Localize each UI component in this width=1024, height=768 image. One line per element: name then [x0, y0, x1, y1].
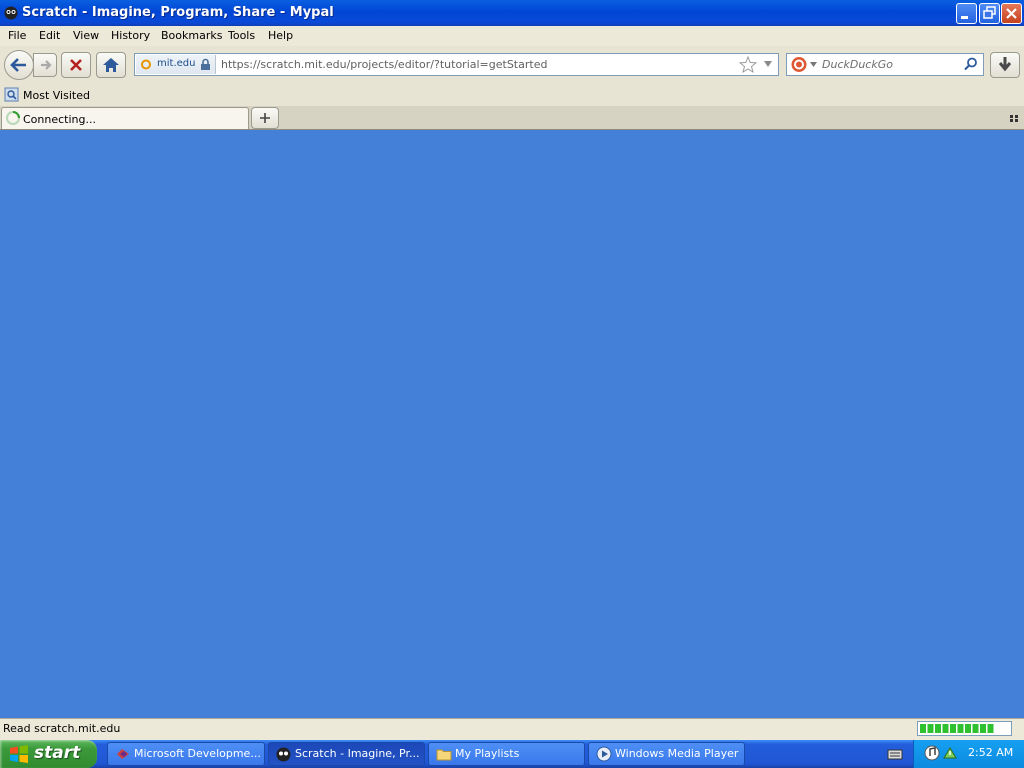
loading-progress-bar — [917, 721, 1012, 736]
url-text: https://scratch.mit.edu/projects/editor/… — [221, 58, 548, 71]
menu-help[interactable]: Help — [268, 29, 293, 42]
start-label: start — [34, 743, 81, 763]
search-icon[interactable] — [964, 57, 978, 71]
downloads-button[interactable] — [990, 52, 1020, 78]
duckduckgo-engine-icon[interactable] — [790, 56, 808, 73]
itunes-helper-icon[interactable] — [924, 745, 940, 761]
stop-button[interactable] — [61, 52, 91, 78]
back-arrow-icon — [10, 58, 26, 72]
lock-icon — [201, 58, 210, 70]
clock: 2:52 AM — [968, 746, 1014, 759]
loading-spinner-icon — [6, 111, 20, 125]
network-connection-icon[interactable] — [942, 745, 958, 761]
restore-icon — [983, 6, 996, 19]
taskbar-item-microsoft-development[interactable]: Microsoft Developme... — [107, 742, 265, 766]
windows-logo-icon — [10, 745, 28, 763]
tab-list-icon[interactable] — [1009, 114, 1019, 123]
dev-environment-icon — [117, 749, 129, 759]
taskbar-item-label: Windows Media Player — [615, 747, 739, 760]
identity-domain: mit.edu — [157, 58, 196, 69]
taskbar-item-label: My Playlists — [455, 747, 520, 760]
progress-segment — [987, 724, 994, 733]
menu-history[interactable]: History — [111, 29, 150, 42]
mypal-app-icon — [4, 6, 18, 20]
site-favicon-icon — [141, 59, 151, 70]
progress-segment — [965, 724, 971, 733]
title-bar[interactable]: Scratch - Imagine, Program, Share - Mypa… — [0, 0, 1024, 26]
page-content-area[interactable] — [0, 130, 1024, 718]
progress-segment — [950, 724, 956, 733]
taskbar-item-windows-media-player[interactable]: Windows Media Player — [588, 742, 745, 766]
progress-segment — [980, 724, 986, 733]
most-visited-folder-icon — [4, 87, 19, 102]
menu-file[interactable]: File — [8, 29, 26, 42]
stop-x-icon — [70, 59, 82, 71]
close-window-button[interactable] — [1001, 3, 1022, 24]
progress-segment — [942, 724, 949, 733]
menu-tools[interactable]: Tools — [228, 29, 255, 42]
taskbar-item-label: Microsoft Developme... — [134, 747, 261, 760]
forward-arrow-icon — [41, 60, 52, 70]
minimize-button[interactable] — [956, 3, 977, 24]
engine-dropdown-icon[interactable] — [810, 62, 817, 67]
home-button[interactable] — [96, 52, 126, 78]
plus-icon — [260, 113, 270, 123]
status-text: Read scratch.mit.edu — [3, 722, 121, 735]
progress-segment — [935, 724, 941, 733]
window-title: Scratch - Imagine, Program, Share - Mypa… — [22, 5, 334, 20]
tab-connecting[interactable]: Connecting... — [1, 107, 249, 129]
taskbar-item-my-playlists[interactable]: My Playlists — [428, 742, 585, 766]
taskbar-item-label: Scratch - Imagine, Pr... — [295, 747, 420, 760]
restore-button[interactable] — [979, 3, 1000, 24]
progress-segments — [920, 724, 994, 733]
back-button[interactable] — [4, 50, 34, 80]
menu-bookmarks[interactable]: Bookmarks — [161, 29, 222, 42]
mypal-taskbar-icon — [276, 747, 291, 762]
menu-bar — [0, 26, 1024, 46]
menu-edit[interactable]: Edit — [39, 29, 60, 42]
progress-segment — [972, 724, 979, 733]
search-input[interactable]: DuckDuckGo — [822, 58, 893, 71]
bookmarks-toolbar — [0, 84, 1024, 106]
folder-icon — [436, 749, 452, 761]
most-visited-bookmark[interactable]: Most Visited — [23, 89, 90, 102]
download-arrow-icon — [998, 57, 1012, 72]
home-icon — [103, 58, 119, 72]
bookmark-star-icon[interactable] — [739, 56, 757, 73]
url-dropdown-icon[interactable] — [763, 60, 773, 68]
media-player-icon — [596, 746, 612, 762]
keyboard-language-icon[interactable] — [887, 747, 903, 761]
taskbar-item-scratch-browser[interactable]: Scratch - Imagine, Pr... — [268, 742, 425, 766]
site-identity-box[interactable]: mit.edu — [136, 55, 216, 74]
menu-view[interactable]: View — [73, 29, 99, 42]
progress-segment — [927, 724, 934, 733]
close-icon — [1006, 8, 1017, 19]
status-bar — [0, 718, 1024, 740]
new-tab-button[interactable] — [251, 107, 279, 129]
tab-label: Connecting... — [23, 113, 96, 126]
progress-segment — [920, 724, 926, 733]
progress-segment — [957, 724, 964, 733]
minimize-icon — [961, 16, 968, 19]
forward-button[interactable] — [33, 53, 57, 77]
